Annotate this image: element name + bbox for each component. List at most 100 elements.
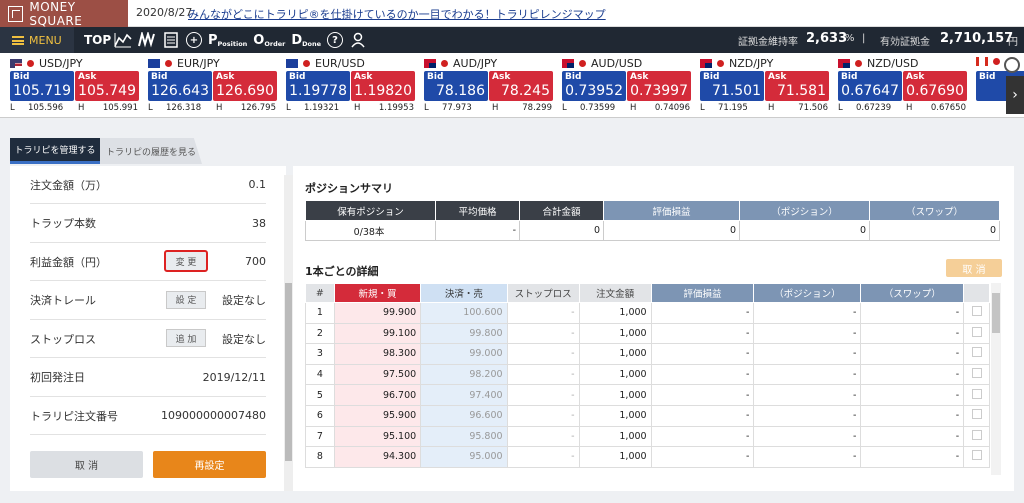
table-row[interactable]: 8 94.300 95.000-1,000- - - [305,446,990,468]
detail-scrollbar[interactable] [991,283,1001,475]
row-checkbox[interactable] [971,429,982,440]
rate-card-3[interactable]: AUD/JPY Bid 78.186 Ask 78.245 L 77.973 H 78.299 [414,53,553,118]
ask-quote-button[interactable]: Ask 78.245 [489,71,553,101]
ask-quote-button[interactable]: Ask 126.690 [213,71,277,101]
summary-title: ポジションサマリ [305,182,393,195]
nav-top-link[interactable]: TOP [84,33,111,47]
user-icon[interactable] [349,30,367,50]
row-checkbox[interactable] [971,347,982,358]
detail-edit-button[interactable]: 変 更 [164,250,208,272]
bid-quote-button[interactable]: Bid 1.19778 [286,71,350,101]
valid-margin-unit: 円 [1008,37,1018,48]
cancel-button[interactable]: 取 消 [30,451,143,478]
table-row[interactable]: 3 98.300 99.000-1,000- - - [305,343,990,365]
news-headline-link[interactable]: みんながどこにトラリピ®を仕掛けているのか一目でわかる！トラリピレンジマップ [188,6,606,22]
rate-card-4[interactable]: AUD/USD Bid 0.73952 Ask 0.73997 L 0.73599 H 0.74… [552,53,691,118]
left-scrollbar[interactable] [284,175,293,491]
stat-separator: | [862,33,866,44]
table-row[interactable]: 4 97.500 98.200-1,000- - - [305,363,990,386]
table-row[interactable]: 1 99.900 100.600-1,000- - - [305,302,990,324]
table-cell: 99.100 [333,322,422,345]
done-icon[interactable]: D Done [291,30,321,50]
row-checkbox-cell[interactable] [963,363,990,386]
table-cell: 100.600 [420,302,508,324]
row-checkbox-cell[interactable] [963,343,990,365]
row-checkbox[interactable] [971,326,982,337]
rate-card-6[interactable]: NZD/USD Bid 0.67647 Ask 0.67690 L 0.67239 H 0.67… [828,53,967,118]
table-row[interactable]: 5 96.700 97.400-1,000- - - [305,384,990,406]
row-checkbox[interactable] [971,306,982,317]
chart-icon[interactable] [114,30,132,50]
rate-card-1[interactable]: EUR/JPY Bid 126.643 Ask 126.690 L 126.318 H 126.… [138,53,277,118]
detail-value: 設定なし [222,294,266,307]
row-checkbox[interactable] [971,388,982,399]
mw-icon[interactable] [138,30,156,50]
high-value: 71.506 [798,103,828,113]
rate-pair-name: USD/JPY [39,57,83,70]
brand-logo[interactable]: MONEY SQUARE [0,0,128,28]
bid-label: Bid [427,72,444,82]
table-cell: 3 [305,343,335,365]
rate-card-5[interactable]: NZD/JPY Bid 71.501 Ask 71.581 L 71.195 H 71.506 [690,53,829,118]
detail-value: 109000000007480 [161,409,266,422]
plus-icon[interactable]: + [186,32,202,48]
table-cell: 97.500 [333,363,422,386]
tab-manage[interactable]: トラリピを管理する [10,138,100,164]
table-row[interactable]: 2 99.100 99.800-1,000- - - [305,322,990,345]
bid-quote-button[interactable]: Bid 0.67647 [838,71,902,101]
ask-quote-button[interactable]: Ask 0.73997 [627,71,691,101]
row-checkbox[interactable] [971,368,982,379]
table-cell: - [506,425,580,448]
ask-value: 105.749 [78,83,136,99]
bid-quote-button[interactable]: Bid 0.73952 [562,71,626,101]
summary-header: （スワップ） [869,200,1000,221]
table-row[interactable]: 6 95.900 96.600-1,000- - - [305,404,990,427]
detail-edit-button[interactable]: 追 加 [166,329,206,347]
left-scroll-thumb[interactable] [285,283,292,461]
reset-button[interactable]: 再設定 [153,451,266,478]
tab-history[interactable]: トラリピの履歴を見る [100,138,202,164]
gear-icon[interactable] [1004,57,1020,73]
row-checkbox[interactable] [971,450,982,461]
detail-row: 利益金額（円） 変 更 700 [30,243,266,281]
rate-card-0[interactable]: USD/JPY Bid 105.719 Ask 105.749 L 105.596 H 105.… [0,53,139,118]
table-row[interactable]: 7 95.100 95.800-1,000- - - [305,425,990,448]
table-cell: 96.600 [420,404,508,427]
ask-quote-button[interactable]: Ask 0.67690 [903,71,967,101]
ask-quote-button[interactable]: Ask 71.581 [765,71,829,101]
rate-pair-header [976,57,1005,66]
row-checkbox-cell[interactable] [963,425,990,448]
detail-header[interactable] [963,283,990,303]
detail-edit-button[interactable]: 設 定 [166,290,206,309]
position-icon[interactable]: P Position [208,30,247,50]
row-checkbox-cell[interactable] [963,322,990,345]
bid-quote-button[interactable]: Bid 71.501 [700,71,764,101]
detail-header: 評価損益 [650,283,755,303]
table-cell: - [650,446,755,468]
row-checkbox-cell[interactable] [963,384,990,406]
ask-value: 126.690 [216,83,274,99]
menu-button[interactable]: MENU [0,27,74,53]
row-checkbox[interactable] [971,409,982,420]
detail-scroll-thumb[interactable] [992,293,1000,333]
rate-pair-name: AUD/USD [591,57,643,70]
help-icon[interactable]: ? [327,32,344,48]
table-cell: - [753,302,862,324]
next-rates-button[interactable]: › [1006,76,1024,114]
ask-quote-button[interactable]: Ask 1.19820 [351,71,415,101]
bid-quote-button[interactable]: Bid 78.186 [424,71,488,101]
bid-quote-button[interactable]: Bid 126.643 [148,71,212,101]
ask-quote-button[interactable]: Ask 105.749 [75,71,139,101]
row-checkbox-cell[interactable] [963,302,990,324]
row-checkbox-cell[interactable] [963,446,990,468]
rate-card-2[interactable]: EUR/USD Bid 1.19778 Ask 1.19820 L 1.19321 H 1.19… [276,53,415,118]
row-checkbox-cell[interactable] [963,404,990,427]
bid-quote-button[interactable]: Bid 105.719 [10,71,74,101]
detail-header: 注文金額 [578,283,652,303]
ask-value: 71.581 [777,83,826,99]
table-cell: - [860,404,965,427]
document-icon[interactable] [162,30,180,50]
order-icon[interactable]: O Order [253,30,285,50]
low-label: L [424,103,429,113]
cancel-selected-button[interactable]: 取 消 [946,259,1002,277]
